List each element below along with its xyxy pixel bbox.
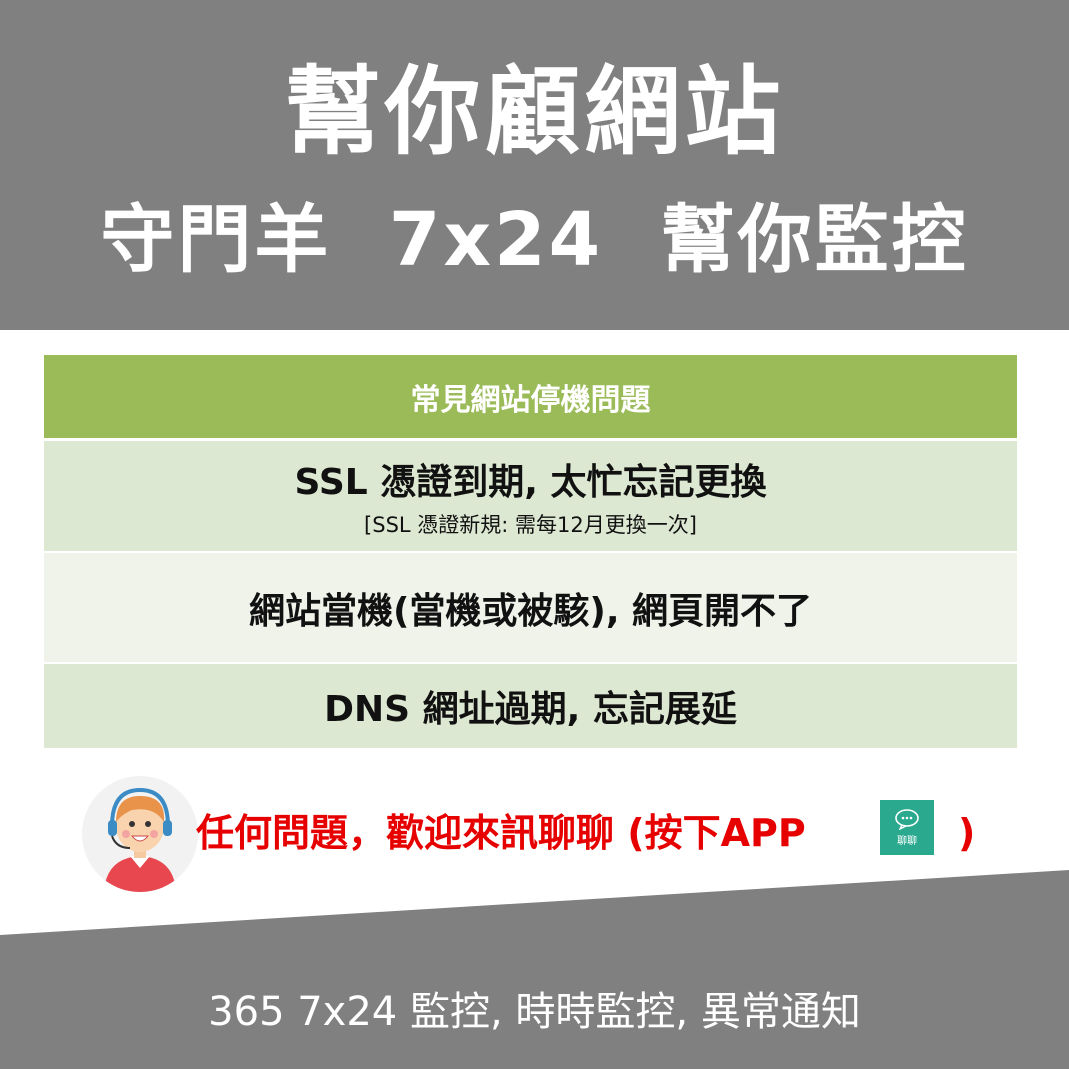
row-main-text: 網站當機(當機或被駭), 網頁開不了: [248, 590, 813, 632]
row-main-text: SSL 憑證到期, 太忙忘記更換: [294, 462, 767, 503]
chat-app-button[interactable]: 聊聊: [880, 800, 934, 855]
headline: 幫你顧網站: [284, 56, 785, 168]
table-row: DNS 網址過期, 忘記展延: [44, 664, 1017, 748]
table-heading: 常見網站停機問題: [44, 355, 1017, 438]
row-sub-text: [SSL 憑證新規: 需每12月更換一次]: [364, 513, 697, 537]
table-row: SSL 憑證到期, 太忙忘記更換 [SSL 憑證新規: 需每12月更換一次]: [44, 441, 1017, 551]
footer-slogan: 365 7x24 監控, 時時監控, 異常通知: [208, 989, 861, 1035]
contact-message: 任何問題，歡迎來訊聊聊 (按下APP: [196, 811, 806, 855]
top-banner: 幫你顧網站 守門羊 7x24 幫你監控: [0, 0, 1069, 330]
chat-bubble-icon: [895, 809, 919, 830]
table-row: 網站當機(當機或被駭), 網頁開不了: [44, 553, 1017, 662]
row-main-text: DNS 網址過期, 忘記展延: [324, 689, 737, 730]
close-paren: ): [958, 811, 976, 855]
subheadline: 守門羊 7x24 幫你監控: [100, 197, 969, 283]
chat-app-label: 聊聊: [897, 836, 917, 847]
